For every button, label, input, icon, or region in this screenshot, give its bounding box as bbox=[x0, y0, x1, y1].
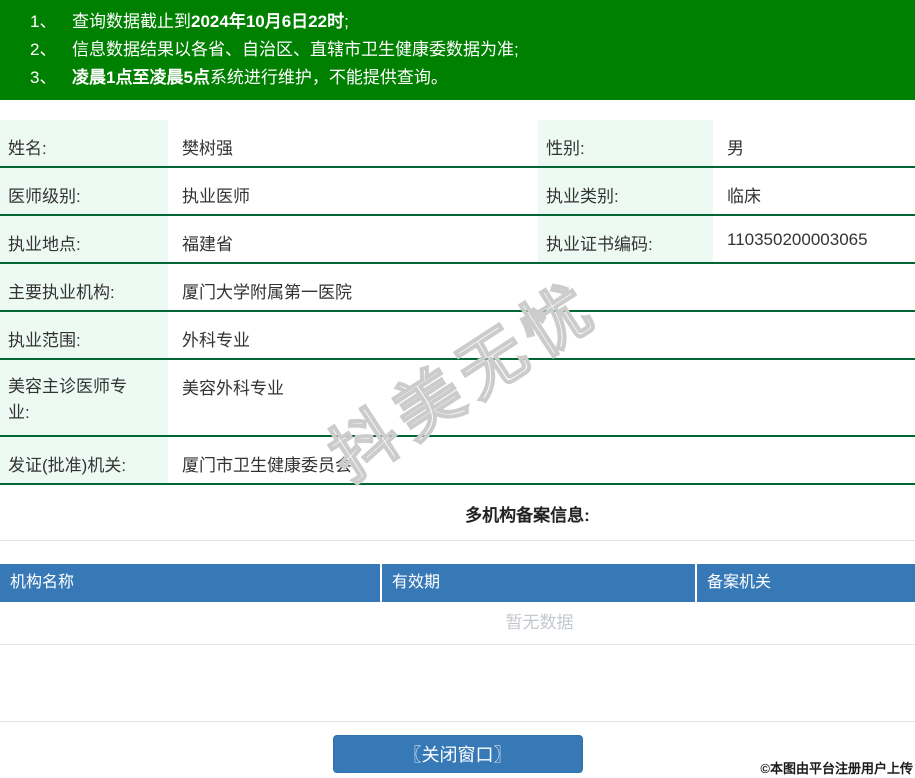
close-window-button[interactable]: 〖关闭窗口〗 bbox=[332, 735, 583, 773]
notice-banner: 1、 查询数据截止到2024年10月6日22时; 2、 信息数据结果以各省、自治… bbox=[0, 0, 915, 100]
notice-text-bold: 2024年10月6日22时 bbox=[191, 12, 345, 31]
table-row: 美容主诊医师专业: 美容外科专业 bbox=[0, 360, 915, 437]
cosmetic-specialty-label: 美容主诊医师专业: bbox=[0, 360, 168, 435]
table-row: 姓名: 樊树强 性别: 男 bbox=[0, 120, 915, 168]
issuing-authority-value: 厦门市卫生健康委员会 bbox=[182, 456, 352, 475]
notice-line-3: 3、 凌晨1点至凌晨5点系统进行维护，不能提供查询。 bbox=[0, 64, 915, 92]
table-row: 执业范围: 外科专业 bbox=[0, 312, 915, 360]
practitioner-info-table: 姓名: 樊树强 性别: 男 医师级别: 执业医师 执业类别: 临床 执业地点: … bbox=[0, 120, 915, 485]
no-data-text: 暂无数据 bbox=[505, 613, 574, 632]
notice-number: 2、 bbox=[30, 40, 57, 59]
practice-location-value: 福建省 bbox=[182, 235, 233, 254]
name-label: 姓名: bbox=[0, 120, 168, 166]
notice-text-bold: 凌晨1点至凌晨5点 bbox=[72, 68, 210, 87]
notice-text-regular: 系统进行维护，不能提供查询。 bbox=[209, 68, 448, 87]
main-institution-label: 主要执业机构: bbox=[0, 264, 168, 310]
practice-scope-label: 执业范围: bbox=[0, 312, 168, 358]
notice-text: 信息数据结果以各省、自治区、直辖市卫生健康委数据为准; bbox=[72, 36, 519, 64]
notice-text-regular: 查询数据截止到 bbox=[72, 12, 191, 31]
practice-category-value: 临床 bbox=[727, 187, 761, 206]
records-table-header: 机构名称 有效期 备案机关 bbox=[0, 564, 915, 602]
multi-institution-section-title: 多机构备案信息: bbox=[465, 506, 590, 525]
practice-category-label: 执业类别: bbox=[538, 168, 713, 214]
notice-text: 凌晨1点至凌晨5点系统进行维护，不能提供查询。 bbox=[72, 64, 448, 92]
practice-location-label: 执业地点: bbox=[0, 216, 168, 262]
table-row: 医师级别: 执业医师 执业类别: 临床 bbox=[0, 168, 915, 216]
notice-line-1: 1、 查询数据截止到2024年10月6日22时; bbox=[0, 8, 915, 36]
practice-scope-value: 外科专业 bbox=[182, 331, 250, 350]
issuing-authority-label: 发证(批准)机关: bbox=[0, 437, 168, 483]
table-row: 主要执业机构: 厦门大学附属第一医院 bbox=[0, 264, 915, 312]
notice-number: 1、 bbox=[30, 12, 57, 31]
cosmetic-specialty-label-text: 美容主诊医师专业: bbox=[8, 377, 127, 422]
section-divider bbox=[0, 540, 915, 541]
name-value: 樊树强 bbox=[182, 139, 233, 158]
records-table-empty-row: 暂无数据 bbox=[0, 602, 915, 645]
notice-text-regular: ; bbox=[344, 12, 349, 31]
column-header-validity-period: 有效期 bbox=[382, 564, 697, 602]
column-header-filing-authority: 备案机关 bbox=[707, 574, 772, 591]
notice-number: 3、 bbox=[30, 68, 57, 87]
notice-text-regular: 信息数据结果以各省、自治区、直辖市卫生健康委数据为准; bbox=[72, 40, 519, 59]
gender-value: 男 bbox=[727, 139, 744, 158]
cosmetic-specialty-value: 美容外科专业 bbox=[182, 379, 284, 398]
notice-text: 查询数据截止到2024年10月6日22时; bbox=[72, 8, 349, 36]
table-row: 执业地点: 福建省 执业证书编码: 110350200003065 bbox=[0, 216, 915, 264]
doctor-level-label: 医师级别: bbox=[0, 168, 168, 214]
gender-label: 性别: bbox=[538, 120, 713, 166]
notice-line-2: 2、 信息数据结果以各省、自治区、直辖市卫生健康委数据为准; bbox=[0, 36, 915, 64]
main-institution-value: 厦门大学附属第一医院 bbox=[182, 283, 352, 302]
column-header-institution-name: 机构名称 bbox=[0, 564, 382, 602]
practitioner-query-result-page: 1、 查询数据截止到2024年10月6日22时; 2、 信息数据结果以各省、自治… bbox=[0, 0, 915, 778]
doctor-level-value: 执业医师 bbox=[182, 187, 250, 206]
certificate-number-label: 执业证书编码: bbox=[538, 216, 713, 262]
upload-copyright-stamp: ©本图由平台注册用户上传 bbox=[760, 761, 913, 776]
table-row: 发证(批准)机关: 厦门市卫生健康委员会 bbox=[0, 437, 915, 485]
certificate-number-value: 110350200003065 bbox=[727, 230, 868, 249]
